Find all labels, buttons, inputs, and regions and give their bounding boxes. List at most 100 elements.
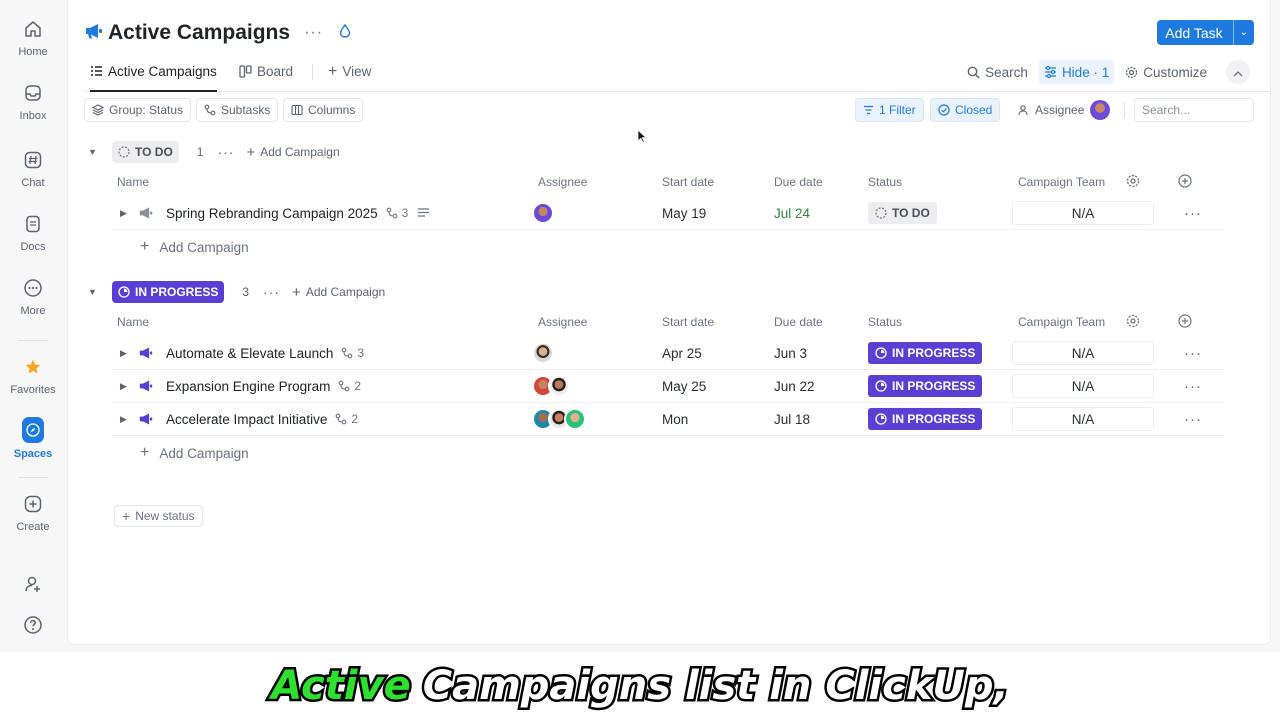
field-settings-icon[interactable]	[1126, 174, 1140, 191]
new-status-button[interactable]: + New status	[114, 505, 203, 527]
invite-button[interactable]	[0, 573, 66, 601]
subtask-count[interactable]: 2	[335, 412, 358, 426]
filter-button[interactable]: 1 Filter	[855, 98, 924, 122]
start-date[interactable]: May 19	[662, 197, 706, 229]
add-campaign-button[interactable]: + Add Campaign	[246, 144, 339, 161]
col-campaign-team[interactable]: Campaign Team	[1018, 315, 1105, 329]
subtask-count[interactable]: 3	[341, 346, 364, 360]
task-name[interactable]: Automate & Elevate Launch 3	[166, 337, 364, 369]
rail-docs[interactable]: Docs	[0, 213, 66, 253]
add-column-icon[interactable]	[1178, 314, 1192, 331]
col-start-date[interactable]: Start date	[662, 175, 714, 189]
col-due-date[interactable]: Due date	[774, 315, 823, 329]
add-task-button[interactable]: Add Task ⌄	[1157, 20, 1254, 45]
add-campaign-row-label: Add Campaign	[159, 445, 249, 461]
due-date[interactable]: Jun 3	[774, 337, 807, 369]
rail-home[interactable]: Home	[0, 18, 66, 58]
assignee-avatars[interactable]	[532, 197, 554, 229]
expand-caret-icon[interactable]: ▶	[120, 197, 127, 229]
row-more-icon[interactable]: ···	[1184, 197, 1202, 229]
collapse-triangle-icon[interactable]: ▼	[88, 287, 98, 297]
row-more-icon[interactable]: ···	[1184, 337, 1202, 369]
status-badge[interactable]: IN PROGRESS	[112, 281, 225, 303]
col-assignee[interactable]: Assignee	[538, 315, 587, 329]
task-name[interactable]: Spring Rebranding Campaign 2025 3	[166, 197, 430, 229]
group-more-icon[interactable]: ···	[217, 144, 234, 160]
group-more-icon[interactable]: ···	[263, 284, 280, 300]
col-campaign-team[interactable]: Campaign Team	[1018, 175, 1105, 189]
status-cell[interactable]: IN PROGRESS	[868, 370, 983, 402]
col-name[interactable]: Name	[117, 315, 149, 329]
assignee-avatars[interactable]	[532, 403, 586, 435]
group-by-button[interactable]: Group: Status	[84, 98, 192, 122]
start-date[interactable]: May 25	[662, 370, 706, 402]
tab-add-view[interactable]: + View	[328, 52, 371, 91]
collapse-triangle-icon[interactable]: ▼	[88, 147, 98, 157]
collapse-button[interactable]	[1226, 60, 1250, 84]
assignee-avatars[interactable]	[532, 337, 554, 369]
campaign-team-cell[interactable]: N/A	[1012, 201, 1154, 225]
status-label: TO DO	[135, 145, 173, 159]
add-campaign-row[interactable]: + Add Campaign	[140, 443, 249, 463]
subtask-count[interactable]: 3	[386, 206, 430, 220]
field-settings-icon[interactable]	[1126, 314, 1140, 331]
columns-button[interactable]: Columns	[283, 98, 364, 122]
avatar[interactable]	[1090, 100, 1110, 120]
col-status[interactable]: Status	[868, 175, 902, 189]
assignee-avatars[interactable]	[532, 370, 570, 402]
col-name[interactable]: Name	[117, 175, 149, 189]
rail-chat[interactable]: Chat	[0, 149, 66, 189]
search-button[interactable]: Search	[962, 60, 1033, 84]
status-cell[interactable]: IN PROGRESS	[868, 403, 983, 435]
expand-caret-icon[interactable]: ▶	[120, 403, 127, 435]
row-more-icon[interactable]: ···	[1184, 370, 1202, 402]
title-more-icon[interactable]: ···	[304, 24, 323, 42]
task-name[interactable]: Accelerate Impact Initiative 2	[166, 403, 358, 435]
tab-active-campaigns[interactable]: Active Campaigns	[90, 52, 217, 92]
add-column-icon[interactable]	[1178, 174, 1192, 191]
search-input[interactable]: Search...	[1134, 98, 1254, 122]
row-more-icon[interactable]: ···	[1184, 403, 1202, 435]
tab-board[interactable]: Board	[239, 52, 293, 91]
campaign-team-cell[interactable]: N/A	[1012, 341, 1154, 365]
customize-button[interactable]: Customize	[1120, 60, 1212, 84]
start-date[interactable]: Mon	[662, 403, 688, 435]
table-row[interactable]: ▶ Expansion Engine Program 2 May 25 Jun 2…	[112, 370, 1224, 403]
assignee-filter-button[interactable]: Assignee	[1010, 98, 1092, 122]
add-campaign-row[interactable]: + Add Campaign	[140, 237, 249, 257]
rail-create[interactable]: Create	[0, 493, 66, 533]
status-badge[interactable]: TO DO	[112, 141, 179, 163]
plus-square-icon	[22, 493, 44, 515]
subtask-count[interactable]: 2	[338, 379, 361, 393]
rail-inbox[interactable]: Inbox	[0, 82, 66, 122]
col-assignee[interactable]: Assignee	[538, 175, 587, 189]
status-cell[interactable]: IN PROGRESS	[868, 337, 983, 369]
campaign-team-cell[interactable]: N/A	[1012, 407, 1154, 431]
chevron-down-icon[interactable]: ⌄	[1232, 20, 1254, 45]
start-date[interactable]: Apr 25	[662, 337, 702, 369]
campaign-team-cell[interactable]: N/A	[1012, 374, 1154, 398]
col-start-date[interactable]: Start date	[662, 315, 714, 329]
rail-favorites[interactable]: Favorites	[0, 356, 66, 396]
task-name[interactable]: Expansion Engine Program 2	[166, 370, 361, 402]
due-date[interactable]: Jul 24	[774, 197, 810, 229]
col-status[interactable]: Status	[868, 315, 902, 329]
subtasks-button[interactable]: Subtasks	[196, 98, 279, 122]
table-row[interactable]: ▶ Automate & Elevate Launch 3 Apr 25 Jun …	[112, 337, 1224, 370]
hide-button[interactable]: Hide · 1	[1038, 60, 1115, 84]
closed-button[interactable]: Closed	[930, 98, 1001, 122]
col-due-date[interactable]: Due date	[774, 175, 823, 189]
help-button[interactable]	[0, 614, 66, 642]
status-cell[interactable]: TO DO	[868, 197, 937, 229]
rail-more[interactable]: More	[0, 277, 66, 317]
table-row[interactable]: ▶ Spring Rebranding Campaign 2025 3 May 1…	[112, 197, 1224, 230]
due-date[interactable]: Jun 22	[774, 370, 815, 402]
add-campaign-button[interactable]: + Add Campaign	[292, 284, 385, 301]
megaphone-icon	[138, 370, 154, 402]
expand-caret-icon[interactable]: ▶	[120, 337, 127, 369]
rail-spaces[interactable]: Spaces	[0, 416, 66, 460]
table-row[interactable]: ▶ Accelerate Impact Initiative 2 Mon Jul …	[112, 403, 1224, 436]
droplet-icon[interactable]	[339, 23, 351, 43]
due-date[interactable]: Jul 18	[774, 403, 810, 435]
expand-caret-icon[interactable]: ▶	[120, 370, 127, 402]
